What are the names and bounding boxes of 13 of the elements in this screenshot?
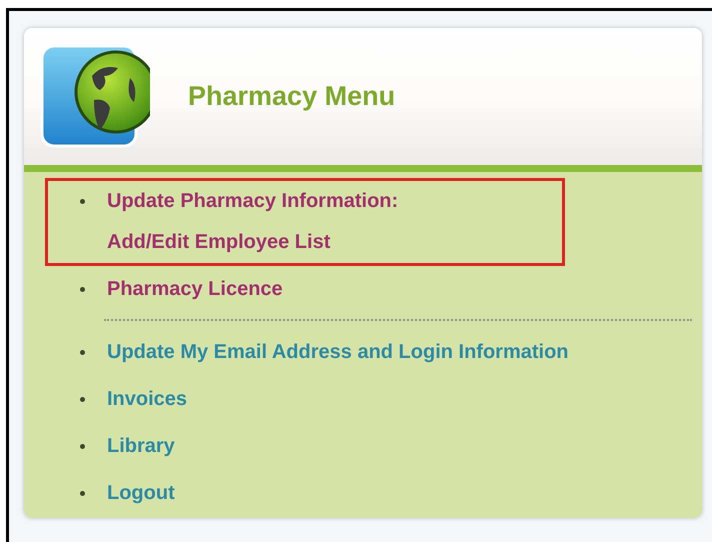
bullet-icon <box>80 350 85 355</box>
menu-link[interactable]: Library <box>107 426 175 467</box>
bullet-icon <box>80 287 85 292</box>
bullet-icon <box>80 397 85 402</box>
bullet-icon <box>80 444 85 449</box>
bullet-icon <box>80 199 85 204</box>
menu-link[interactable]: Logout <box>107 473 175 514</box>
bullet-icon <box>80 491 85 496</box>
panel-title: Pharmacy Menu <box>188 81 396 112</box>
menu-link[interactable]: Update My Email Address and Login Information <box>107 332 569 373</box>
menu-link[interactable]: Invoices <box>107 379 188 420</box>
menu-link[interactable]: Pharmacy Licence <box>107 269 283 310</box>
menu-link[interactable]: Update Pharmacy Information: Add/Edit Employee List <box>107 181 398 263</box>
